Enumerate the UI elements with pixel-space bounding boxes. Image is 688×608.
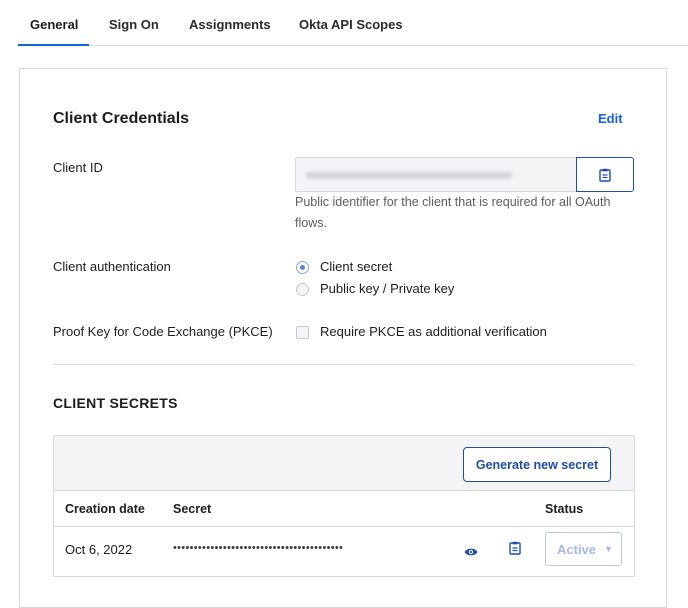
client-credentials-card: Client Credentials Edit Client ID Public… [19,68,667,608]
copy-client-id-button[interactable] [576,157,634,192]
require-pkce-checkbox-label[interactable]: Require PKCE as additional verification [320,324,547,339]
table-row: Oct 6, 2022 ••••••••••••••••••••••••••••… [54,528,634,576]
client-authentication-label: Client authentication [53,259,171,274]
status-dropdown[interactable]: Active ▼ [545,532,622,566]
secret-masked-cell: ••••••••••••••••••••••••••••••••••••••••… [173,542,344,554]
clipboard-icon [599,168,611,182]
client-secret-radio-label[interactable]: Client secret [320,259,392,274]
section-divider [53,364,634,365]
column-header-secret: Secret [173,502,212,516]
tab-general[interactable]: General [18,0,89,46]
caret-down-icon: ▼ [604,544,613,554]
clipboard-icon [509,541,521,555]
public-private-key-radio-label[interactable]: Public key / Private key [320,281,454,296]
generate-new-secret-button[interactable]: Generate new secret [463,447,611,482]
client-id-field[interactable] [295,157,576,192]
client-secret-radio[interactable] [296,261,309,274]
edit-link[interactable]: Edit [598,111,623,126]
client-id-label: Client ID [53,160,103,175]
client-credentials-title: Client Credentials [53,110,190,127]
column-header-creation-date: Creation date [65,502,145,516]
tab-assignments[interactable]: Assignments [189,0,271,46]
client-secrets-title: CLIENT SECRETS [53,395,178,411]
client-id-help-text: Public identifier for the client that is… [295,195,611,230]
client-secrets-table: Generate new secret Creation date Secret… [53,435,635,577]
tab-sign-on[interactable]: Sign On [109,0,159,46]
column-header-status: Status [545,502,584,516]
secrets-table-header: Creation date Secret Status [54,491,634,527]
reveal-secret-button[interactable] [464,544,478,562]
copy-secret-button[interactable] [509,541,521,560]
require-pkce-checkbox[interactable] [296,326,309,339]
pkce-label: Proof Key for Code Exchange (PKCE) [53,324,273,339]
eye-icon [464,548,478,556]
public-private-key-radio[interactable] [296,283,309,296]
tab-bar: General Sign On Assignments Okta API Sco… [18,0,688,46]
status-value: Active [557,541,597,557]
client-id-masked-value [306,170,512,180]
secrets-table-toolbar: Generate new secret [54,436,634,491]
creation-date-cell: Oct 6, 2022 [65,542,133,557]
tab-okta-api-scopes[interactable]: Okta API Scopes [299,0,403,46]
